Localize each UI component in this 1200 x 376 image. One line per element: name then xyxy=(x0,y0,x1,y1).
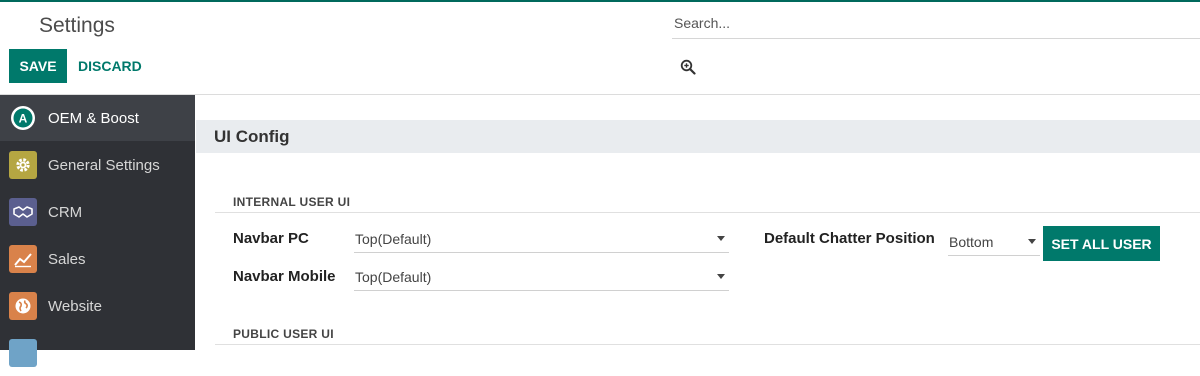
sidebar-item-label: CRM xyxy=(48,203,83,221)
chatter-position-select[interactable]: Bottom xyxy=(948,228,1040,256)
navbar-pc-select[interactable]: Top(Default) xyxy=(354,225,729,253)
sidebar-item-label: Website xyxy=(48,297,102,315)
sidebar-item-general-settings[interactable]: General Settings xyxy=(0,142,195,188)
caret-down-icon xyxy=(717,274,725,279)
navbar-mobile-select[interactable]: Top(Default) xyxy=(354,263,729,291)
app-icon xyxy=(9,339,37,367)
globe-icon xyxy=(9,292,37,320)
caret-down-icon xyxy=(717,236,725,241)
page-title: Settings xyxy=(39,14,115,37)
sidebar-item-label: Sales xyxy=(48,250,86,268)
sidebar-item-partial[interactable] xyxy=(0,330,195,376)
discard-button[interactable]: DISCARD xyxy=(78,49,142,83)
section-header-ui-config: UI Config xyxy=(196,120,1200,153)
subsection-divider xyxy=(215,212,1200,213)
subsection-divider xyxy=(215,344,1200,345)
navbar-mobile-value: Top(Default) xyxy=(355,268,432,285)
caret-down-icon xyxy=(1028,239,1036,244)
navbar-pc-value: Top(Default) xyxy=(355,230,432,247)
set-all-user-button[interactable]: SET ALL USER xyxy=(1043,226,1160,261)
search-button[interactable] xyxy=(680,59,700,79)
sidebar-item-sales[interactable]: Sales xyxy=(0,236,195,282)
svg-text:A: A xyxy=(19,112,28,126)
sidebar-item-website[interactable]: Website xyxy=(0,283,195,329)
sidebar-item-oem-boost[interactable]: A OEM & Boost xyxy=(0,95,195,141)
chatter-position-value: Bottom xyxy=(949,233,994,250)
search-input[interactable] xyxy=(672,8,1200,39)
subsection-title-public-user-ui: PUBLIC USER UI xyxy=(233,327,334,341)
subsection-title-internal-user-ui: INTERNAL USER UI xyxy=(233,195,351,209)
sidebar-item-crm[interactable]: CRM xyxy=(0,189,195,235)
default-chatter-position-label: Default Chatter Position xyxy=(764,230,935,247)
sidebar-item-label: OEM & Boost xyxy=(48,109,139,127)
top-accent-bar xyxy=(0,0,1200,2)
chart-line-icon xyxy=(9,245,37,273)
search-zoom-icon xyxy=(680,59,696,75)
navbar-pc-label: Navbar PC xyxy=(233,230,309,247)
save-button[interactable]: SAVE xyxy=(9,49,67,83)
gear-icon xyxy=(9,151,37,179)
oem-boost-logo-icon: A xyxy=(9,104,37,132)
handshake-icon xyxy=(9,198,37,226)
navbar-mobile-label: Navbar Mobile xyxy=(233,268,336,285)
settings-sidebar: A OEM & Boost General Settings CRM Sales… xyxy=(0,95,195,367)
sidebar-item-label: General Settings xyxy=(48,156,160,174)
